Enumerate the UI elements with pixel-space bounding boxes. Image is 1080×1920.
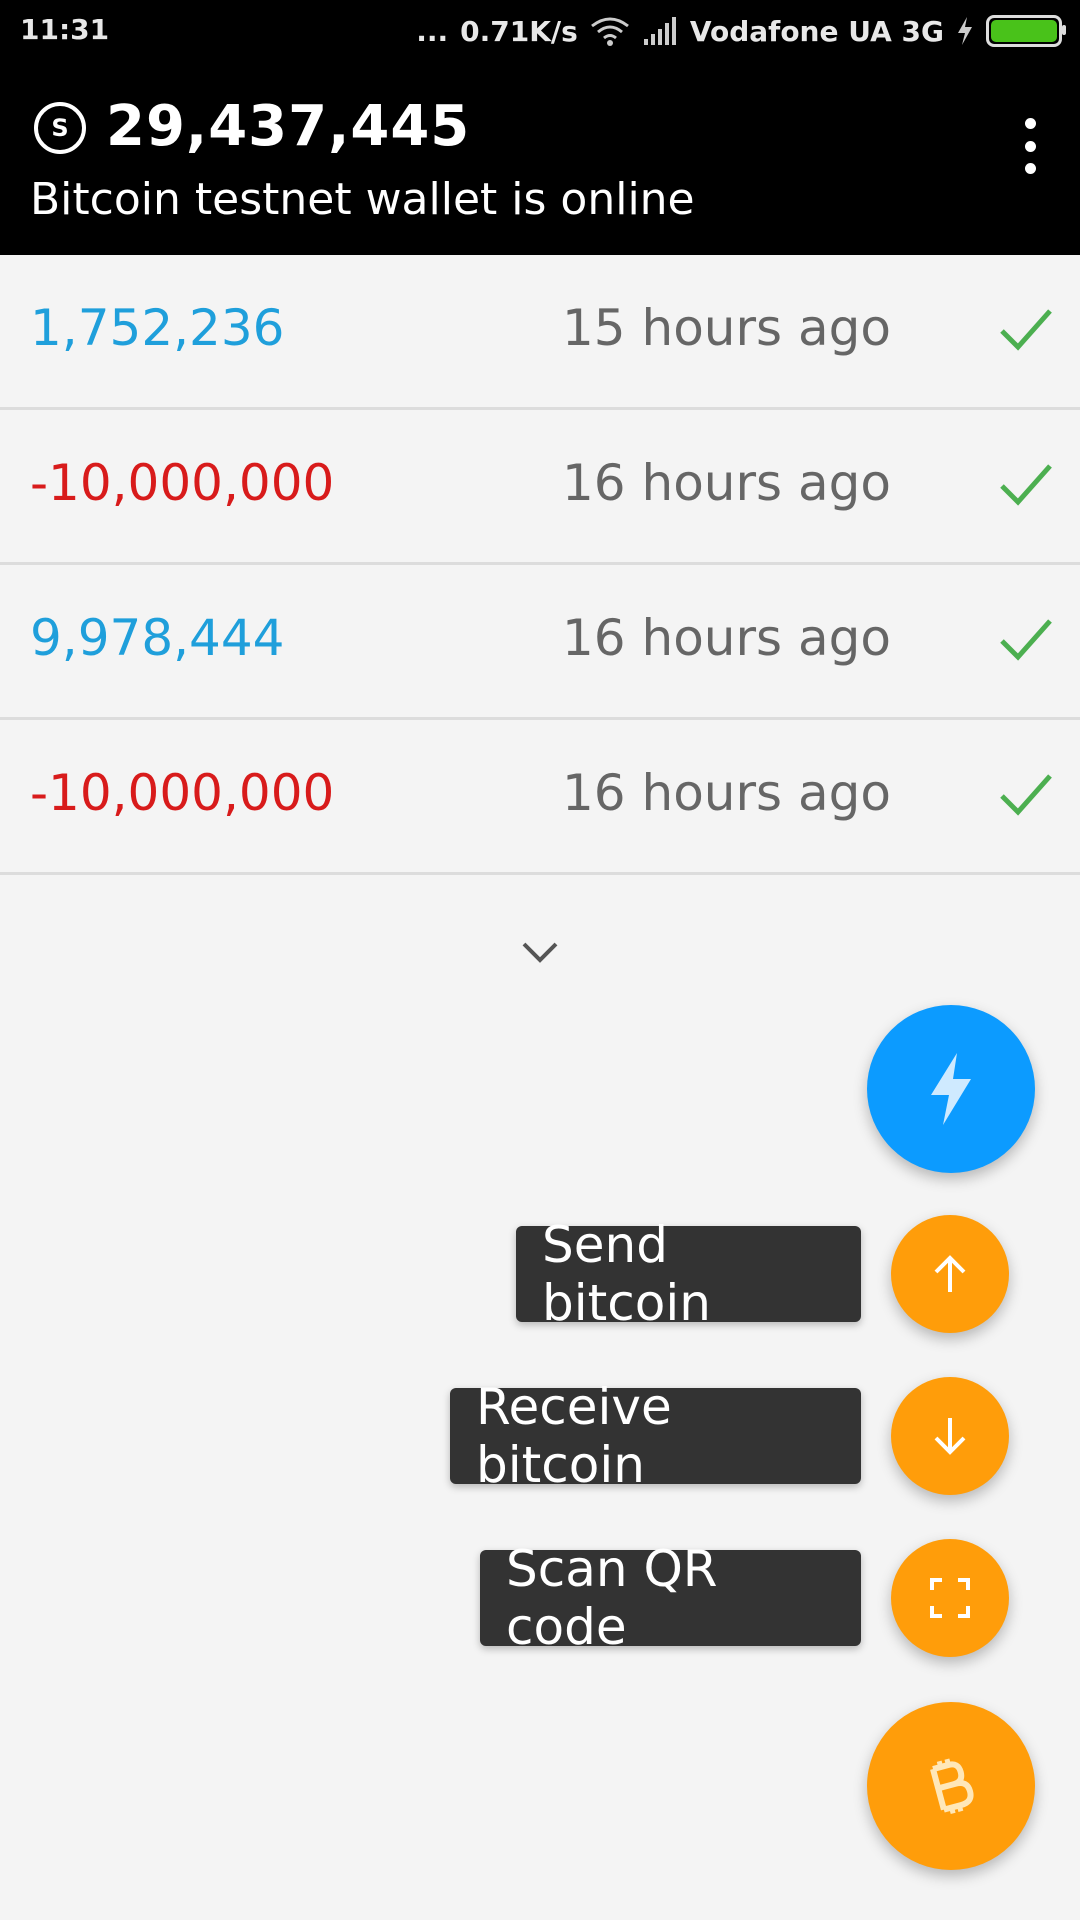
transaction-amount: 1,752,236 xyxy=(30,299,285,357)
scan-qr-label[interactable]: Scan QR code xyxy=(480,1540,861,1656)
lightning-fab-button[interactable] xyxy=(867,1005,1035,1173)
status-time: 11:31 xyxy=(20,13,110,46)
arrow-up-icon xyxy=(934,1255,966,1292)
send-bitcoin-button[interactable] xyxy=(891,1215,1009,1333)
confirmed-check-icon xyxy=(1000,619,1052,661)
receive-bitcoin-button[interactable] xyxy=(891,1377,1009,1495)
transaction-row[interactable]: 9,978,444 16 hours ago xyxy=(0,565,1080,720)
receive-bitcoin-label[interactable]: Receive bitcoin xyxy=(450,1378,861,1494)
status-bar: 11:31 ... 0.71K/s Vodafone UA 3G xyxy=(0,0,1080,62)
arrow-down-icon xyxy=(934,1418,966,1455)
more-notifications-icon: ... xyxy=(416,14,449,48)
wallet-balance: 29,437,445 xyxy=(106,94,471,159)
lightning-icon xyxy=(931,1053,971,1125)
signal-icon xyxy=(643,17,676,45)
confirmed-check-icon xyxy=(1000,309,1052,351)
confirmed-check-icon xyxy=(1000,464,1052,506)
overflow-menu-icon[interactable] xyxy=(1018,118,1042,174)
transaction-row[interactable]: 1,752,236 15 hours ago xyxy=(0,255,1080,410)
transaction-time: 16 hours ago xyxy=(562,764,891,822)
bitcoin-icon xyxy=(930,1758,974,1815)
currency-icon: S xyxy=(34,102,86,154)
status-right: ... 0.71K/s Vodafone UA 3G xyxy=(404,8,1066,54)
transaction-list: 1,752,236 15 hours ago -10,000,000 16 ho… xyxy=(0,255,1080,875)
currency-icon-letter: S xyxy=(51,114,69,142)
transaction-time: 15 hours ago xyxy=(562,299,891,357)
app-bar: S 29,437,445 Bitcoin testnet wallet is o… xyxy=(0,62,1080,255)
wifi-icon xyxy=(590,17,629,46)
carrier-name: Vodafone UA 3G xyxy=(689,14,944,48)
battery-icon xyxy=(986,15,1066,47)
network-speed: 0.71K/s xyxy=(460,14,578,48)
transaction-amount: -10,000,000 xyxy=(30,454,335,512)
scan-frame-icon xyxy=(930,1578,970,1618)
charging-icon xyxy=(958,17,972,45)
transaction-amount: 9,978,444 xyxy=(30,609,285,667)
battery-level xyxy=(991,20,1057,42)
chevron-down-icon[interactable] xyxy=(518,930,562,974)
scan-qr-button[interactable] xyxy=(891,1539,1009,1657)
transaction-amount: -10,000,000 xyxy=(30,764,335,822)
confirmed-check-icon xyxy=(1000,774,1052,816)
transaction-time: 16 hours ago xyxy=(562,454,891,512)
transaction-time: 16 hours ago xyxy=(562,609,891,667)
transaction-row[interactable]: -10,000,000 16 hours ago xyxy=(0,720,1080,875)
transaction-row[interactable]: -10,000,000 16 hours ago xyxy=(0,410,1080,565)
send-bitcoin-label[interactable]: Send bitcoin xyxy=(516,1216,861,1332)
wallet-status: Bitcoin testnet wallet is online xyxy=(30,174,695,225)
bitcoin-fab-button[interactable] xyxy=(867,1702,1035,1870)
